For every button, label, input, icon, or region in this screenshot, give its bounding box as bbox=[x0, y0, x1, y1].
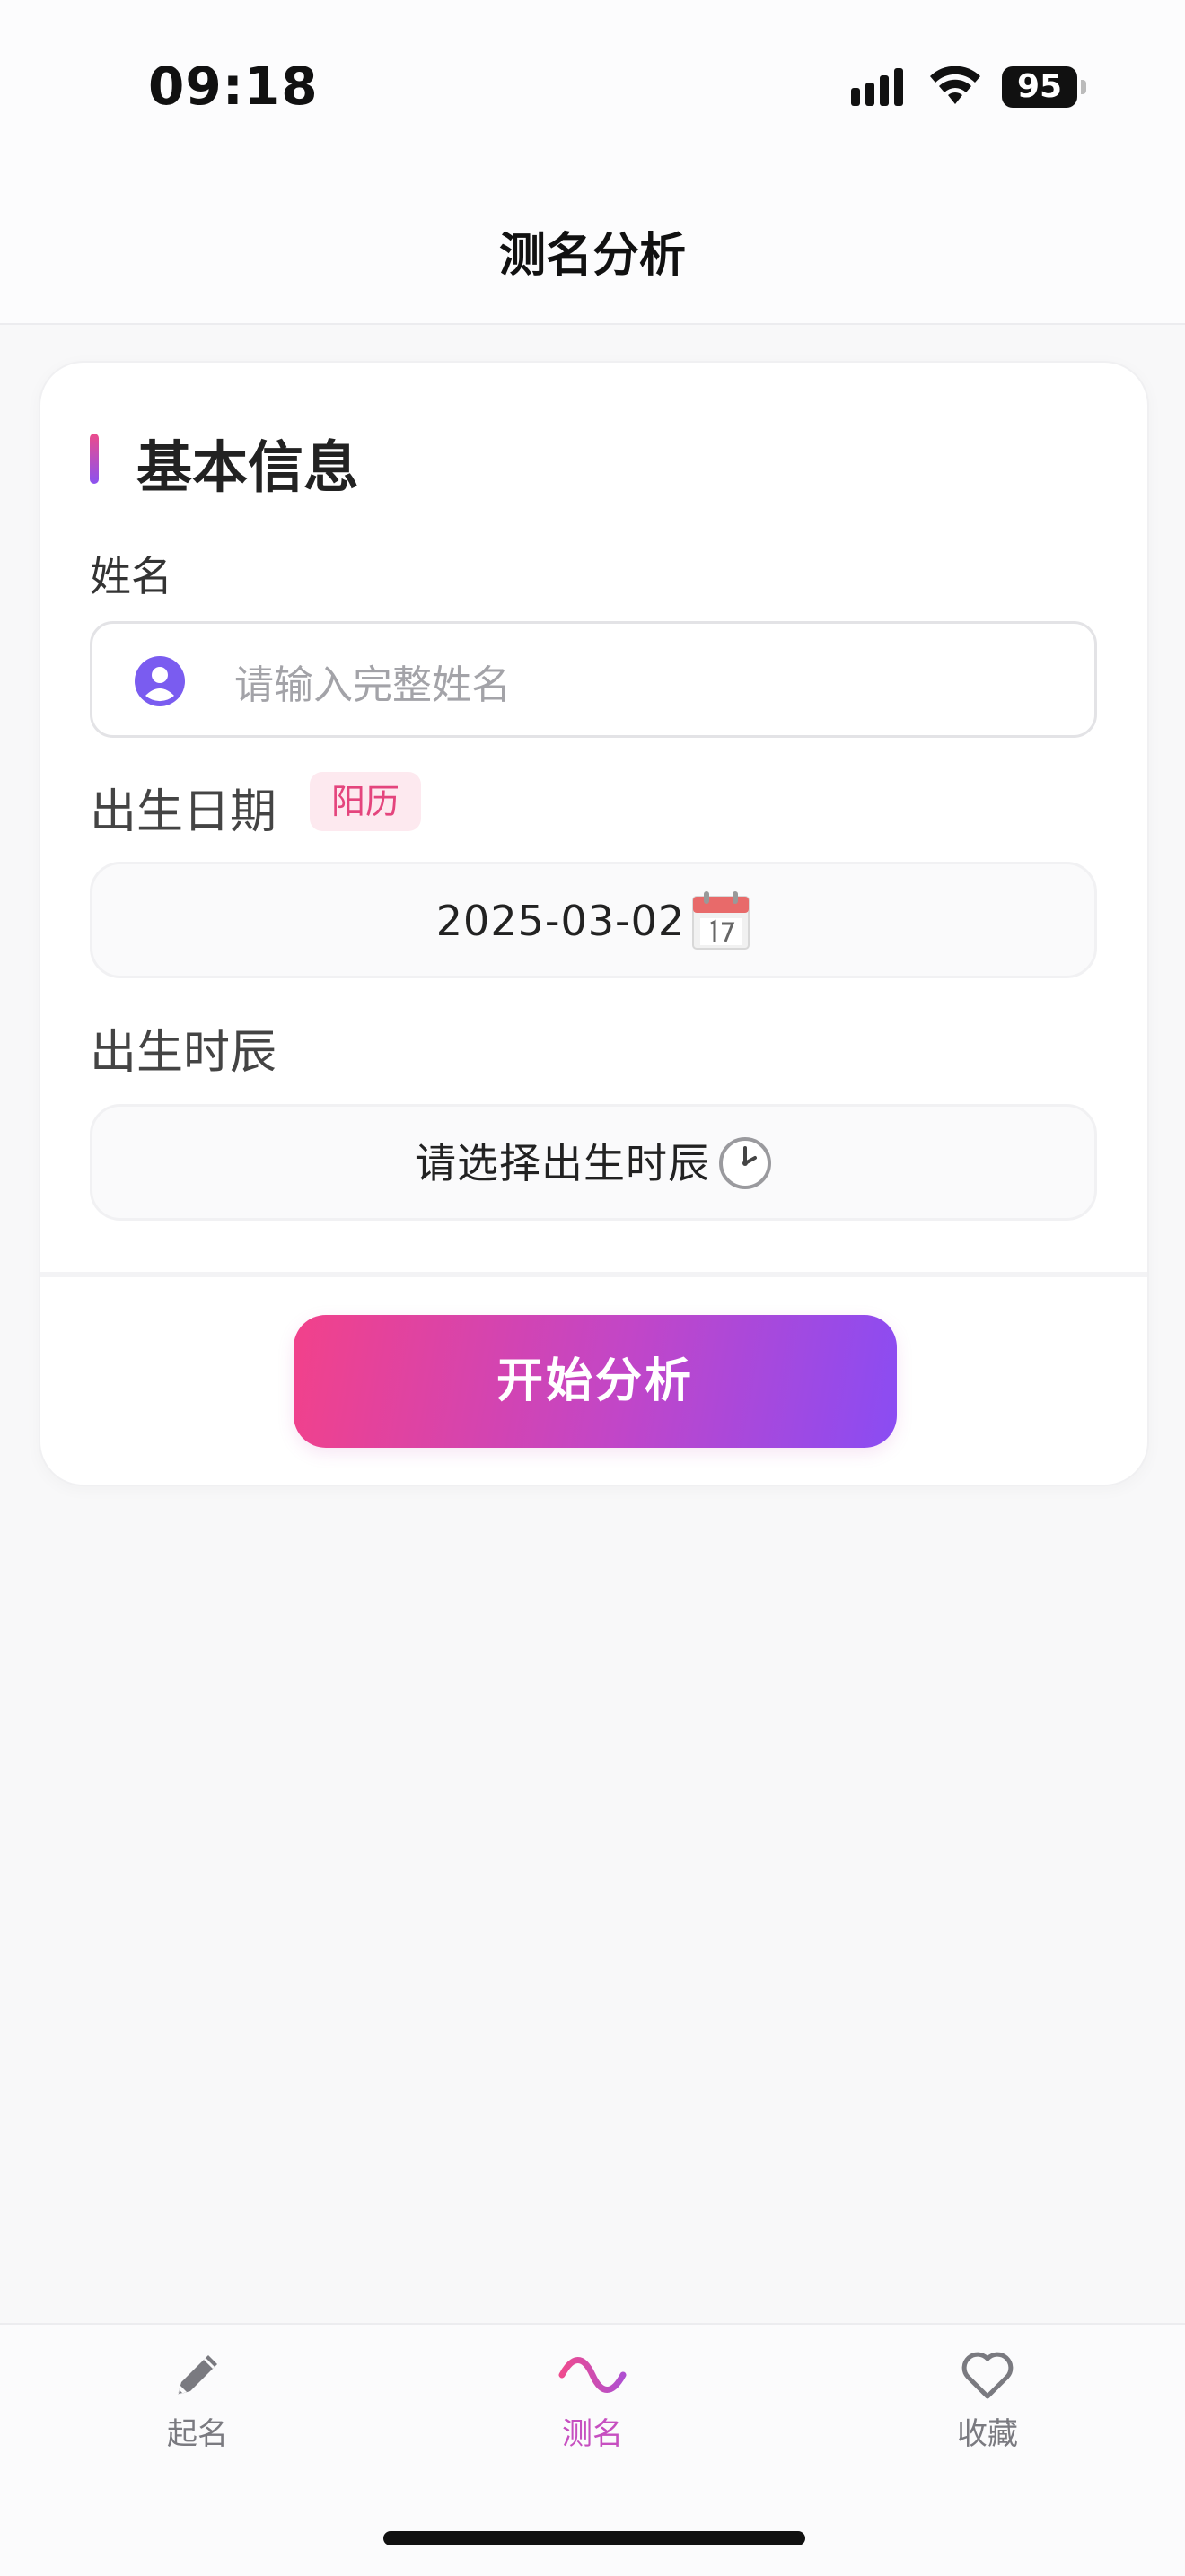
clock-icon bbox=[719, 1136, 772, 1189]
name-input[interactable]: 请输入完整姓名 bbox=[90, 621, 1097, 738]
section-title: 基本信息 bbox=[136, 434, 360, 500]
start-analysis-button[interactable]: 开始分析 bbox=[294, 1315, 897, 1448]
user-icon bbox=[135, 656, 185, 706]
birth-time-label: 出生时辰 bbox=[90, 1026, 277, 1080]
page-title: 测名分析 bbox=[498, 229, 686, 283]
birth-time-picker[interactable]: 请选择出生时辰 bbox=[90, 1104, 1097, 1221]
card-divider bbox=[40, 1272, 1147, 1277]
tab-favorites[interactable]: 收藏 bbox=[889, 2346, 1086, 2463]
battery-level: 95 bbox=[1002, 66, 1077, 108]
cellular-signal-icon bbox=[851, 68, 903, 106]
tab-name-test[interactable]: 测名 bbox=[494, 2346, 691, 2463]
wifi-icon bbox=[930, 66, 980, 104]
status-bar: 09:18 95 bbox=[0, 0, 1185, 171]
calendar-type-badge[interactable]: 阳历 bbox=[310, 772, 421, 831]
tab-naming-label: 起名 bbox=[167, 2416, 228, 2452]
section-accent-bar bbox=[90, 434, 99, 484]
name-placeholder: 请输入完整姓名 bbox=[234, 662, 511, 708]
nav-header: 测名分析 bbox=[0, 171, 1185, 325]
birth-date-label: 出生日期 bbox=[90, 785, 277, 839]
heart-icon bbox=[961, 2352, 1014, 2399]
calendar-icon bbox=[692, 890, 750, 950]
home-indicator bbox=[383, 2531, 805, 2545]
pencil-icon bbox=[178, 2355, 217, 2395]
tab-naming[interactable]: 起名 bbox=[99, 2346, 296, 2463]
birth-date-value: 2025-03-02 bbox=[435, 896, 686, 945]
status-time: 09:18 bbox=[148, 56, 319, 117]
birth-date-picker[interactable]: 2025-03-02 bbox=[90, 862, 1097, 978]
tab-name-test-label: 测名 bbox=[562, 2416, 623, 2452]
tab-favorites-label: 收藏 bbox=[957, 2416, 1018, 2452]
birth-time-value: 请选择出生时辰 bbox=[414, 1138, 710, 1187]
basic-info-card: 基本信息 姓名 请输入完整姓名 出生日期 阳历 2025-03-02 出生时辰 … bbox=[39, 361, 1149, 1486]
battery-tip bbox=[1081, 80, 1086, 94]
wave-icon bbox=[558, 2357, 627, 2393]
battery-icon: 95 bbox=[1002, 66, 1077, 108]
name-label: 姓名 bbox=[90, 552, 172, 600]
